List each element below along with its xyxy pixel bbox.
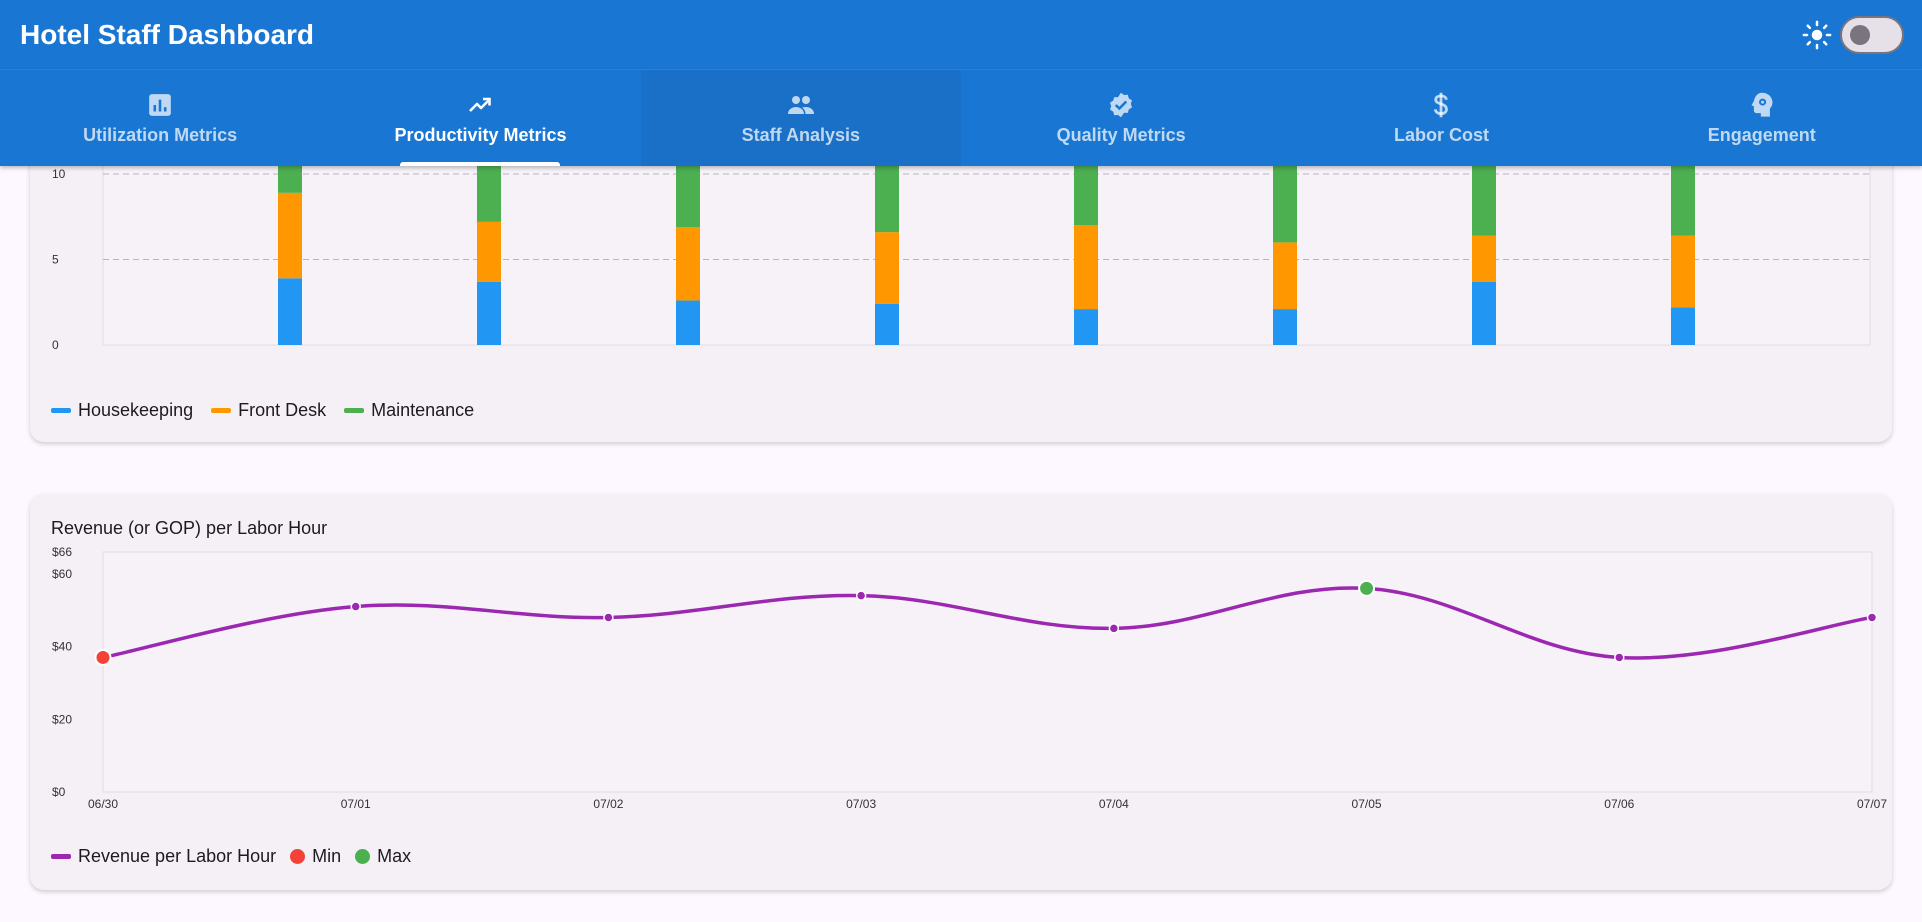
sun-icon	[1802, 20, 1832, 49]
legend-item-maintenance[interactable]: Maintenance	[344, 400, 474, 421]
tab-quality-metrics[interactable]: Quality Metrics	[961, 70, 1281, 166]
data-point	[603, 612, 614, 623]
data-point	[350, 601, 361, 612]
revenue-chart-legend: Revenue per Labor Hour Min Max	[51, 846, 411, 867]
y-tick-label: $20	[52, 712, 72, 726]
bar-segment-front-desk	[278, 192, 302, 279]
bar-segment-front-desk	[875, 232, 899, 304]
active-tab-indicator	[400, 162, 561, 166]
bar-segment-front-desk	[1273, 242, 1297, 310]
legend-swatch	[344, 408, 365, 413]
x-tick-label: 07/04	[1099, 797, 1129, 811]
tab-label: Engagement	[1707, 124, 1816, 145]
x-tick-label: 07/03	[846, 797, 876, 811]
y-tick-label: $66	[52, 545, 72, 559]
bar-segment-housekeeping	[1074, 309, 1098, 345]
theme-toggle-group	[1802, 15, 1904, 54]
revenue-line-chart: $0 $20 $40 $60 $66 06/30 07/01 07/02 07/03 07/04 0…	[52, 545, 1887, 811]
x-tick-label: 07/06	[1604, 797, 1634, 811]
bar-segment-front-desk	[1472, 235, 1496, 282]
plot-area	[102, 551, 1873, 793]
tab-label: Utilization Metrics	[83, 124, 238, 145]
bar-segment-housekeeping	[676, 300, 700, 345]
bar-segment-housekeeping	[278, 278, 302, 345]
data-point	[1614, 652, 1625, 663]
legend-item-max[interactable]: Max	[355, 846, 411, 867]
data-point	[1866, 612, 1878, 623]
max-point-marker	[1358, 579, 1376, 597]
legend-label: Front Desk	[238, 400, 327, 420]
app-title: Hotel Staff Dashboard	[20, 18, 315, 50]
bar-segment-front-desk	[676, 227, 700, 301]
revenue-per-labor-hour-card: Revenue (or GOP) per Labor Hour $0 $20 $40…	[30, 494, 1892, 890]
x-tick-label: 07/05	[1352, 797, 1382, 811]
y-tick-label: $0	[52, 785, 66, 799]
app-bar: Hotel Staff Dashboard	[0, 0, 1922, 70]
y-tick-label: $60	[52, 567, 72, 581]
people-icon	[787, 91, 815, 119]
bar-segment-housekeeping	[477, 281, 501, 345]
theme-switch[interactable]	[1840, 15, 1904, 54]
x-tick-label: 07/01	[341, 797, 371, 811]
tab-label: Labor Cost	[1393, 124, 1489, 145]
legend-swatch	[355, 849, 371, 864]
bar-segment-front-desk	[1671, 235, 1695, 308]
bar-segment-housekeeping	[1472, 281, 1496, 345]
y-tick-label: 0	[52, 338, 59, 350]
dollar-icon	[1427, 91, 1455, 119]
tab-engagement[interactable]: Engagement	[1602, 70, 1922, 166]
tab-productivity-metrics[interactable]: Productivity Metrics	[320, 70, 640, 166]
verified-badge-icon	[1107, 91, 1135, 119]
x-tick-label: 07/07	[1857, 797, 1887, 811]
y-tick-label: 5	[52, 253, 59, 267]
theme-switch-knob	[1850, 24, 1870, 45]
legend-label: Revenue per Labor Hour	[78, 846, 277, 866]
legend-label: Min	[312, 846, 342, 866]
legend-item-min[interactable]: Min	[290, 846, 341, 867]
legend-swatch	[211, 408, 232, 413]
legend-swatch	[51, 854, 71, 859]
bar-segment-housekeeping	[1671, 307, 1695, 345]
legend-item-front-desk[interactable]: Front Desk	[211, 400, 326, 421]
bar-segment-front-desk	[477, 221, 501, 282]
stacked-chart-legend: Housekeeping Front Desk Maintenance	[51, 400, 474, 421]
legend-swatch	[51, 408, 71, 413]
tab-utilization-metrics[interactable]: Utilization Metrics	[0, 70, 320, 166]
bar-segment-housekeeping	[1273, 309, 1297, 345]
tab-label: Staff Analysis	[741, 124, 860, 145]
bar-chart-icon	[146, 91, 174, 119]
bar-segment-housekeeping	[875, 303, 899, 345]
tab-label: Productivity Metrics	[394, 124, 567, 145]
tab-bar: Utilization Metrics Productivity Metrics…	[0, 70, 1922, 166]
data-point	[1108, 623, 1120, 634]
legend-item-revenue[interactable]: Revenue per Labor Hour	[51, 846, 276, 867]
legend-label: Housekeeping	[78, 400, 194, 420]
legend-label: Maintenance	[371, 400, 475, 420]
legend-item-housekeeping[interactable]: Housekeeping	[51, 400, 193, 421]
data-point	[855, 590, 867, 601]
trending-up-icon	[466, 91, 494, 119]
y-tick-label: 10	[52, 167, 66, 181]
y-tick-label: $40	[52, 640, 72, 654]
x-tick-label: 07/02	[593, 797, 623, 811]
legend-label: Max	[377, 846, 412, 866]
head-gear-icon	[1748, 91, 1776, 119]
tab-staff-analysis[interactable]: Staff Analysis	[640, 70, 961, 166]
x-tick-label: 06/30	[88, 797, 118, 811]
legend-swatch	[290, 849, 306, 864]
tab-label: Quality Metrics	[1056, 124, 1186, 145]
min-point-marker	[94, 648, 112, 666]
tab-labor-cost[interactable]: Labor Cost	[1281, 70, 1601, 166]
bar-segment-front-desk	[1074, 225, 1098, 310]
